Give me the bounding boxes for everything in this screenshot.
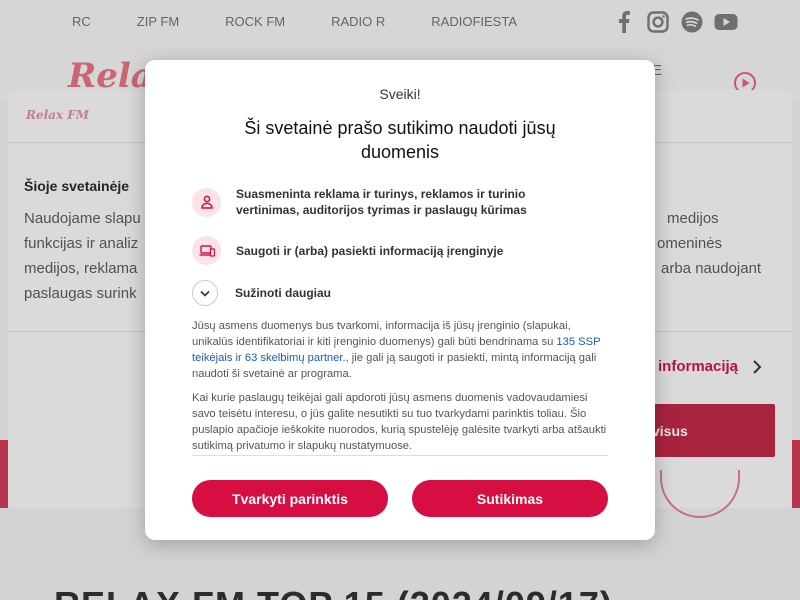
body-paragraph: Jūsų asmens duomenys bus tvarkomi, infor… [192, 318, 608, 382]
dialog-title: Ši svetainė prašo sutikimo naudoti jūsų … [244, 118, 556, 162]
dialog-greeting: Sveiki! [379, 86, 421, 102]
body-text: Jūsų asmens duomenys bus tvarkomi, infor… [192, 320, 571, 348]
chevron-down-icon[interactable] [192, 280, 218, 306]
learn-more-label[interactable]: Sužinoti daugiau [235, 286, 331, 300]
consent-button[interactable]: Sutikimas [412, 480, 608, 517]
purpose-item: Suasmeninta reklama ir turinys, reklamos… [192, 186, 591, 218]
dialog-body-scroll[interactable]: Jūsų asmens duomenys bus tvarkomi, infor… [192, 318, 608, 456]
person-icon [192, 187, 221, 217]
body-paragraph: Kai kurie paslaugų teikėjai gali apdorot… [192, 392, 607, 452]
purpose-text: Saugoti ir (arba) pasiekti informaciją į… [236, 243, 504, 258]
devices-icon [192, 236, 221, 265]
manage-options-button[interactable]: Tvarkyti parinktis [192, 480, 388, 517]
learn-more-row[interactable]: Sužinoti daugiau [192, 280, 331, 306]
purpose-text: Suasmeninta reklama ir turinys, reklamos… [236, 187, 527, 217]
purpose-item: Saugoti ir (arba) pasiekti informaciją į… [192, 236, 503, 265]
consent-dialog: Sveiki! Ši svetainė prašo sutikimo naudo… [145, 60, 655, 540]
